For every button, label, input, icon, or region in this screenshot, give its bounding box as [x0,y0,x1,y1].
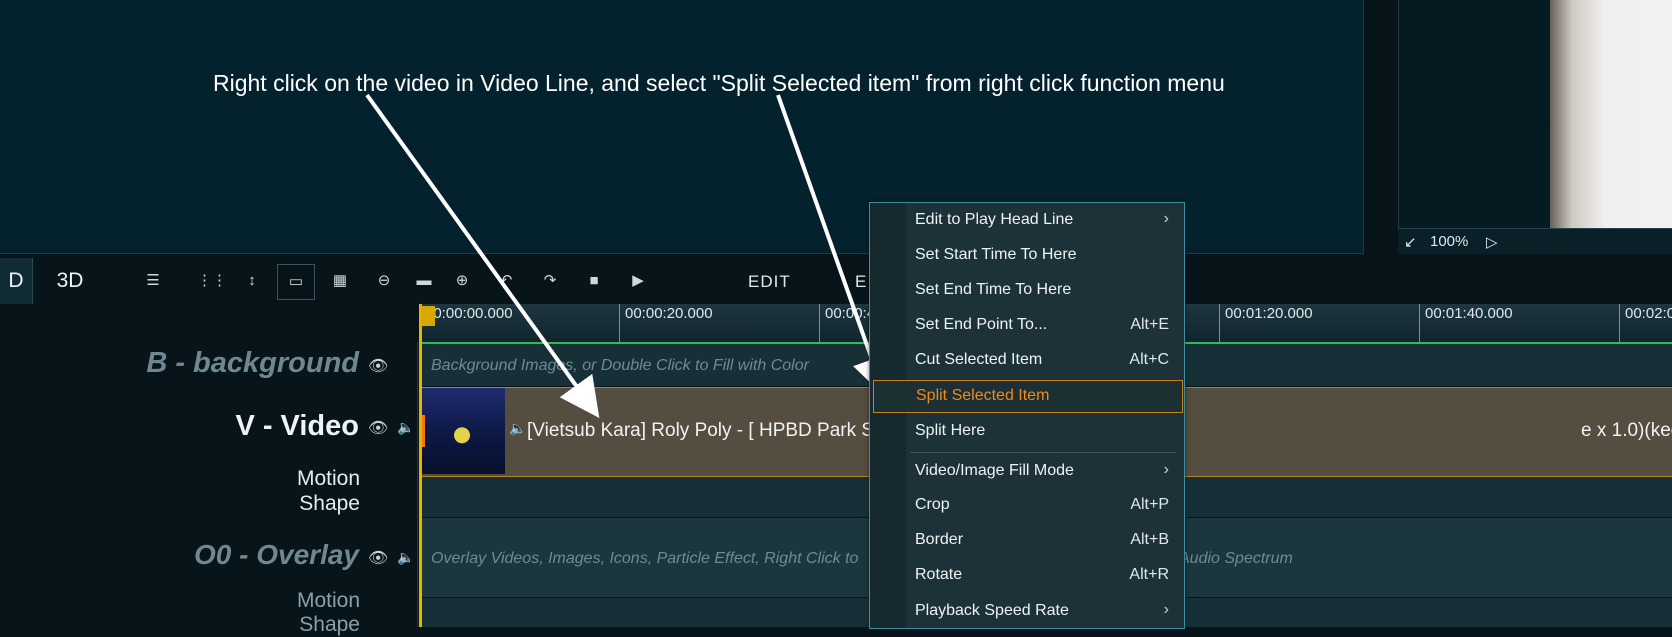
eye-icon[interactable]: 👁 [368,356,388,376]
video-track-title: V - Video [235,410,359,442]
eye-icon[interactable]: 👁 [368,548,388,568]
menu-item-label: Edit to Play Head Line [915,211,1074,228]
timeline-toolbar: D 3D ☰ ⋮⋮ ↕ ▭ ▦ ⊖ ▬ ⊕ ↶ ↷ ■ ▶ EDIT E [0,258,1672,304]
ruler-tick-label: 00:02:0 [1625,305,1672,322]
menu-item-border[interactable]: Border Alt+B [873,525,1181,556]
speaker-icon[interactable]: 🔈 [397,419,414,436]
tab-2d[interactable]: D [0,258,33,304]
menu-item-label: Split Here [915,422,986,439]
video-clip-title: [Vietsub Kara] Roly Poly - [ HPBD Park S [527,420,875,441]
playhead-handle[interactable] [421,306,435,326]
align-left-icon[interactable]: ☰ [142,270,164,292]
menu-item-edit-to-play-head-line[interactable]: Edit to Play Head Line › [873,205,1181,236]
ruler-tick: 00:01:20.000 [1219,304,1313,342]
overlay-shape-label: Shape [299,613,360,636]
background-lane-hint: Background Images, or Double Click to Fi… [431,357,809,374]
menu-item-label: Playback Speed Rate [915,602,1069,619]
select-box-icon[interactable]: ▭ [277,264,315,300]
menu-item-rotate[interactable]: Rotate Alt+R [873,560,1181,591]
ruler-tick-label: 00:01:20.000 [1225,305,1313,322]
export-button[interactable]: E [855,272,867,292]
menu-item-cut-selected[interactable]: Cut Selected Item Alt+C [873,345,1181,376]
edit-button[interactable]: EDIT [748,272,791,292]
menu-item-shortcut: Alt+P [1130,496,1169,513]
undo-icon[interactable]: ↶ [495,270,517,292]
play-preview-icon[interactable]: ▷ [1486,233,1498,251]
zoom-out-icon[interactable]: ⊖ [373,270,395,292]
menu-item-shortcut: Alt+C [1129,351,1169,368]
ruler-tick-label: 00:01:40.000 [1425,305,1513,322]
context-menu: Edit to Play Head Line › Set Start Time … [869,202,1185,629]
menu-item-playback-speed[interactable]: Playback Speed Rate › [873,596,1181,627]
vertical-resize-icon[interactable]: ↕ [241,270,263,292]
menu-item-label: Rotate [915,566,963,583]
zoom-bar: ↙ 100% ▷ [1398,228,1672,254]
chevron-right-icon: › [1163,601,1169,618]
menu-item-set-end-point[interactable]: Set End Point To... Alt+E [873,310,1181,341]
overlay-lane-hint-tail: Audio Spectrum [1179,550,1293,567]
overlay-lane-hint: Overlay Videos, Images, Icons, Particle … [431,550,859,567]
eye-icon[interactable]: 👁 [368,418,388,438]
speaker-icon[interactable]: 🔈 [397,549,414,566]
grid-icon[interactable]: ⋮⋮ [197,270,227,292]
ruler-tick-label: 00:00:20.000 [625,305,713,322]
track-headers: B - background 👁 V - Video 👁 🔈 Motion Sh… [0,342,418,636]
video-clip-title-tail: e x 1.0)(keep ratio) [1581,420,1672,441]
shrink-icon[interactable]: ↙ [1404,233,1417,251]
video-clip-thumbnail [419,388,505,474]
ruler-tick-label: 00:00:4 [825,305,876,322]
menu-separator [910,452,1176,453]
ruler-tick-label: 00:00:00.000 [425,305,513,322]
menu-item-crop[interactable]: Crop Alt+P [873,490,1181,521]
redo-icon[interactable]: ↷ [539,270,561,292]
menu-item-fill-mode[interactable]: Video/Image Fill Mode › [873,456,1181,487]
chevron-right-icon: › [1163,210,1169,227]
menu-item-split-here[interactable]: Split Here [873,416,1181,447]
menu-item-shortcut: Alt+B [1130,531,1169,548]
annotation-text: Right click on the video in Video Line, … [213,70,1225,96]
menu-item-split-selected[interactable]: Split Selected Item [873,380,1183,413]
video-shape-label: Shape [299,492,360,515]
video-motion-label: Motion [296,467,360,490]
zoom-level: 100% [1430,233,1469,250]
play-icon[interactable]: ▶ [627,270,649,292]
menu-item-label: Cut Selected Item [915,351,1043,368]
menu-item-label: Split Selected Item [916,387,1050,404]
menu-item-shortcut: Alt+E [1130,316,1169,333]
ruler-tick: 00:00:20.000 [619,304,713,342]
zoom-in-icon[interactable]: ⊕ [451,270,473,292]
ruler-tick: 00:00:4 [819,304,875,342]
chevron-right-icon: › [1163,461,1169,478]
stop-icon[interactable]: ■ [583,270,605,292]
ruler-icon[interactable]: ▬ [413,270,435,292]
menu-item-label: Set End Time To Here [915,281,1072,298]
calendar-icon[interactable]: ▦ [329,270,351,292]
ruler-tick: 00:02:0 [1619,304,1672,342]
overlay-track-title: O0 - Overlay [194,539,359,570]
menu-item-label: Set End Point To... [915,316,1048,333]
background-track-title: B - background [146,347,359,379]
tab-3d[interactable]: 3D [44,258,96,304]
menu-item-set-end-time[interactable]: Set End Time To Here [873,275,1181,306]
playhead-line[interactable] [419,304,422,627]
menu-item-label: Crop [915,496,950,513]
menu-item-set-start-time[interactable]: Set Start Time To Here [873,240,1181,271]
menu-item-shortcut: Alt+R [1129,566,1169,583]
menu-item-label: Border [915,531,964,548]
ruler-tick: 00:01:40.000 [1419,304,1513,342]
menu-item-label: Video/Image Fill Mode [915,462,1074,479]
overlay-motion-label: Motion [296,589,360,612]
speaker-icon[interactable]: 🔈 [509,420,526,437]
preview-thumbnail-image [1550,0,1672,228]
menu-item-label: Set Start Time To Here [915,246,1077,263]
